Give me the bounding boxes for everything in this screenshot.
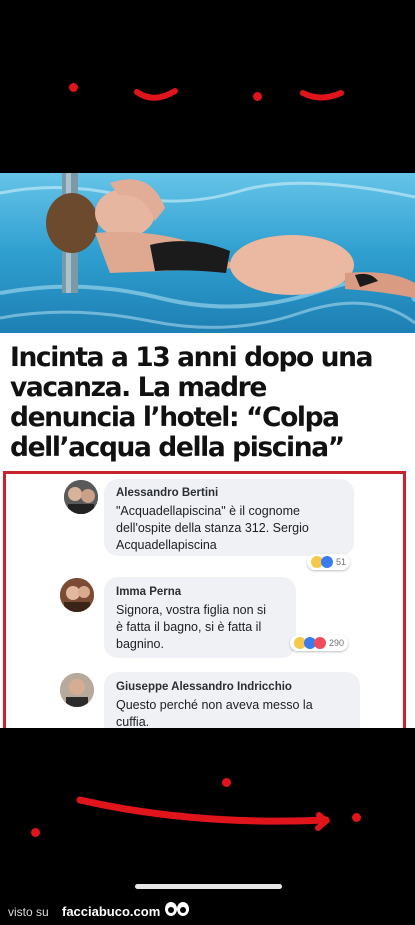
top-doodle xyxy=(0,0,415,173)
comment-line: Acquadellapiscina xyxy=(116,538,217,552)
comment-line: bagnino. xyxy=(116,637,164,651)
comment-text: Questo perché non aveva messo la cuffia. xyxy=(116,697,313,728)
comment-line: "Acquadellapiscina" è il cognome xyxy=(116,504,300,518)
doodle-dot-center xyxy=(222,778,231,787)
comment-line: è fatta il bagno, si è fatta il xyxy=(116,620,262,634)
comment-line: dell'ospite della stanza 312. Sergio xyxy=(116,521,309,535)
headline-line: Incinta a 13 anni dopo una xyxy=(10,342,373,373)
doodle-brow-left xyxy=(134,88,178,101)
comment-bubble: Giuseppe Alessandro Indricchio Questo pe… xyxy=(104,672,360,728)
comment-text: Signora, vostra figlia non si è fatta il… xyxy=(116,602,266,653)
doodle-brow-right xyxy=(300,90,344,101)
headline-title: Incinta a 13 anni dopo una vacanza. La m… xyxy=(10,343,410,463)
comments-panel: Alessandro Bertini "Acquadellapiscina" è… xyxy=(0,468,415,728)
comment-line: cuffia. xyxy=(116,715,150,728)
headline-line: vacanza. La madre xyxy=(10,372,267,403)
comment-bubble: Alessandro Bertini "Acquadellapiscina" è… xyxy=(104,479,354,556)
comment-author[interactable]: Imma Perna xyxy=(116,586,181,598)
comment-bubble: Imma Perna Signora, vostra figlia non si… xyxy=(104,577,296,658)
reaction-count: 51 xyxy=(336,557,347,567)
avatar[interactable] xyxy=(60,673,94,707)
comment-author[interactable]: Alessandro Bertini xyxy=(116,487,218,499)
headline-panel: Incinta a 13 anni dopo una vacanza. La m… xyxy=(0,333,415,468)
doodle-smile xyxy=(76,796,331,831)
doodle-dot-right xyxy=(352,813,361,822)
avatar[interactable] xyxy=(60,578,94,612)
comment-line: Signora, vostra figlia non si xyxy=(116,603,267,617)
article-photo xyxy=(0,173,415,333)
footer-watermark: visto su facciabuco.com xyxy=(0,893,415,925)
home-indicator[interactable] xyxy=(135,884,282,889)
doodle-dot-left xyxy=(31,828,40,837)
reaction-badge[interactable]: 51 xyxy=(307,554,351,570)
bottom-doodle xyxy=(0,728,415,893)
eyes-logo-icon xyxy=(164,901,190,922)
love-icon xyxy=(314,637,326,649)
like-icon xyxy=(321,556,333,568)
comment-author[interactable]: Giuseppe Alessandro Indricchio xyxy=(116,681,292,693)
avatar[interactable] xyxy=(64,480,98,514)
headline-line: denuncia l’hotel: “Colpa xyxy=(10,402,340,433)
reaction-badge[interactable]: 290 xyxy=(290,635,349,651)
reaction-count: 290 xyxy=(329,638,345,648)
footer-prefix: visto su xyxy=(8,905,49,919)
doodle-eye-left-top xyxy=(69,83,78,92)
doodle-eye-right-top xyxy=(253,92,262,101)
footer-site[interactable]: facciabuco.com xyxy=(62,904,160,919)
comment-line: Questo perché non aveva messo la xyxy=(116,698,313,712)
comment-text: "Acquadellapiscina" è il cognome dell'os… xyxy=(116,503,309,554)
headline-line: dell’acqua della piscina” xyxy=(10,432,345,463)
